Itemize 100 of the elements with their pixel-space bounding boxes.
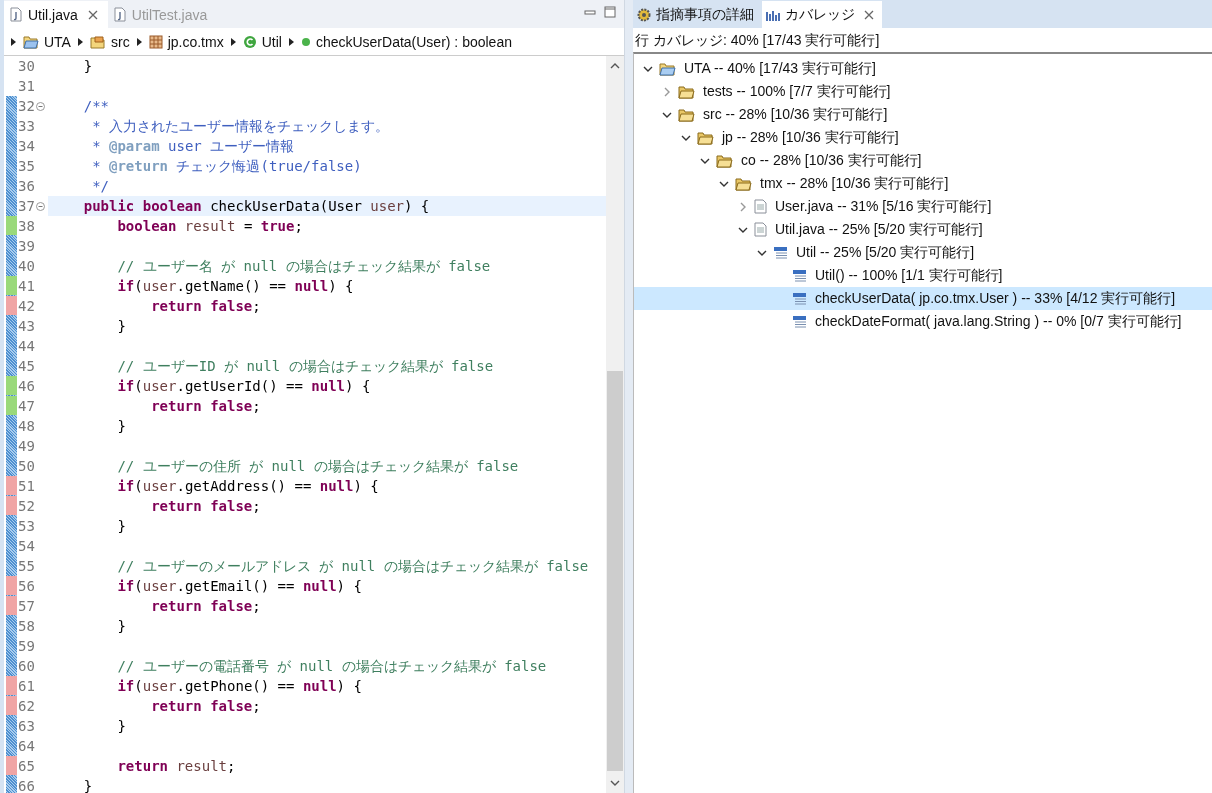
chevron-down-icon[interactable] <box>757 248 767 257</box>
code-line: return false; <box>150 497 262 516</box>
chevron-right-icon[interactable] <box>739 201 747 212</box>
line-number: 39 <box>18 238 35 254</box>
folder-icon <box>678 107 695 122</box>
code-line: * 入力されたユーザー情報をチェックします。 <box>91 117 390 136</box>
arrow-icon <box>229 36 237 47</box>
code-line: * @return チェック悔過(true/false) <box>91 157 363 176</box>
close-icon[interactable] <box>864 9 874 20</box>
line-number: 55 <box>18 558 35 574</box>
scroll-down-icon[interactable] <box>610 779 620 787</box>
editor-tab[interactable]: Util.java <box>4 1 108 28</box>
line-number: 61 <box>18 678 35 694</box>
code-line: return false; <box>150 297 262 316</box>
folder-icon <box>678 84 695 99</box>
breadcrumb-item[interactable]: src <box>89 33 130 50</box>
code-line: /** <box>82 97 110 116</box>
code-line: return result; <box>116 757 237 776</box>
tree-item[interactable]: checkDateFormat( java.lang.String ) -- 0% [0/7 実行可能行] <box>634 310 1212 333</box>
gear-icon <box>637 7 651 22</box>
close-icon[interactable] <box>87 9 98 20</box>
code-line: return false; <box>150 597 262 616</box>
scrollbar[interactable] <box>606 56 624 793</box>
chevron-down-icon[interactable] <box>719 179 729 188</box>
line-number: 63 <box>18 718 35 734</box>
line-number: 30 <box>18 58 35 74</box>
code-line: } <box>116 317 127 336</box>
line-number: 52 <box>18 498 35 514</box>
code-line: if(user.getName() == null) { <box>116 277 355 296</box>
breadcrumb-item[interactable]: UTA <box>23 33 71 50</box>
folder-icon <box>697 130 714 145</box>
view-tab[interactable]: 指摘事項の詳細 <box>633 1 762 28</box>
line-number: 47 <box>18 398 35 414</box>
package-icon <box>148 34 163 49</box>
code-line: } <box>116 717 127 736</box>
line-number: 45 <box>18 358 35 374</box>
tree-item[interactable]: Util -- 25% [5/20 実行可能行] <box>634 241 1212 264</box>
code-line: return false; <box>150 697 262 716</box>
code-line: if(user.getPhone() == null) { <box>116 677 363 696</box>
line-number: 64 <box>18 738 35 754</box>
tree-item[interactable]: src -- 28% [10/36 実行可能行] <box>634 103 1212 126</box>
folder-icon <box>23 34 39 49</box>
line-number: 50 <box>18 458 35 474</box>
tree-item[interactable]: checkUserData( jp.co.tmx.User ) -- 33% [4/12 実行可能行] <box>634 287 1212 310</box>
line-number: 57 <box>18 598 35 614</box>
tree-item[interactable]: jp -- 28% [10/36 実行可能行] <box>634 126 1212 149</box>
code-line: // ユーザー名 が null の場合はチェック結果が false <box>116 257 492 276</box>
line-number: 37 <box>18 198 35 214</box>
scroll-up-icon[interactable] <box>610 62 620 70</box>
chevron-right-icon[interactable] <box>663 86 671 97</box>
maximize-icon[interactable] <box>604 6 616 18</box>
line-number: 66 <box>18 778 35 793</box>
line-number: 31 <box>18 78 35 94</box>
tree-item[interactable]: tmx -- 28% [10/36 実行可能行] <box>634 172 1212 195</box>
line-number: 58 <box>18 618 35 634</box>
tree-item[interactable]: tests -- 100% [7/7 実行可能行] <box>634 80 1212 103</box>
list-icon <box>792 269 807 282</box>
code-line: // ユーザーID が null の場合はチェック結果が false <box>116 357 495 376</box>
tree-item[interactable]: Util.java -- 25% [5/20 実行可能行] <box>634 218 1212 241</box>
tree-item[interactable]: User.java -- 31% [5/16 実行可能行] <box>634 195 1212 218</box>
line-number: 48 <box>18 418 35 434</box>
breadcrumb-item[interactable]: checkUserData(User) : boolean <box>300 33 512 50</box>
list-icon <box>773 246 788 259</box>
document-icon <box>754 222 767 237</box>
line-number: 62 <box>18 698 35 714</box>
tree-item[interactable]: co -- 28% [10/36 実行可能行] <box>634 149 1212 172</box>
code-line: // ユーザーのメールアドレス が null の場合はチェック結果が false <box>116 557 590 576</box>
collapse-icon[interactable] <box>35 201 45 211</box>
coverage-summary: 行 カバレッジ: 40% [17/43 実行可能行] <box>634 31 881 50</box>
tree-item[interactable]: Util() -- 100% [1/1 実行可能行] <box>634 264 1212 287</box>
collapse-icon[interactable] <box>35 101 45 111</box>
chevron-down-icon[interactable] <box>643 64 653 73</box>
code-line: } <box>116 617 127 636</box>
line-number: 56 <box>18 578 35 594</box>
chevron-down-icon[interactable] <box>681 133 691 142</box>
class-icon <box>242 34 257 49</box>
arrow-icon <box>10 36 17 47</box>
view-tab[interactable]: カバレッジ <box>762 1 882 28</box>
folder-icon <box>659 61 676 76</box>
code-line: */ <box>91 177 110 196</box>
list-icon <box>792 315 807 328</box>
breadcrumb-item[interactable]: jp.co.tmx <box>148 33 224 50</box>
tree-item[interactable]: UTA -- 40% [17/43 実行可能行] <box>634 57 1212 80</box>
line-number: 53 <box>18 518 35 534</box>
arrow-icon <box>135 36 143 47</box>
code-line: } <box>82 777 94 793</box>
line-number: 32 <box>18 98 35 114</box>
folder-icon <box>735 176 752 191</box>
chevron-down-icon[interactable] <box>662 110 672 119</box>
arrow-icon <box>76 36 84 47</box>
line-number: 49 <box>18 438 35 454</box>
line-number: 40 <box>18 258 35 274</box>
chevron-down-icon[interactable] <box>738 225 748 234</box>
java-file-icon <box>10 7 22 22</box>
breadcrumb-item[interactable]: Util <box>242 33 282 50</box>
line-number: 44 <box>18 338 35 354</box>
code-line: } <box>116 517 127 536</box>
chevron-down-icon[interactable] <box>700 156 710 165</box>
line-number: 34 <box>18 138 35 154</box>
code-line: if(user.getAddress() == null) { <box>116 477 380 496</box>
